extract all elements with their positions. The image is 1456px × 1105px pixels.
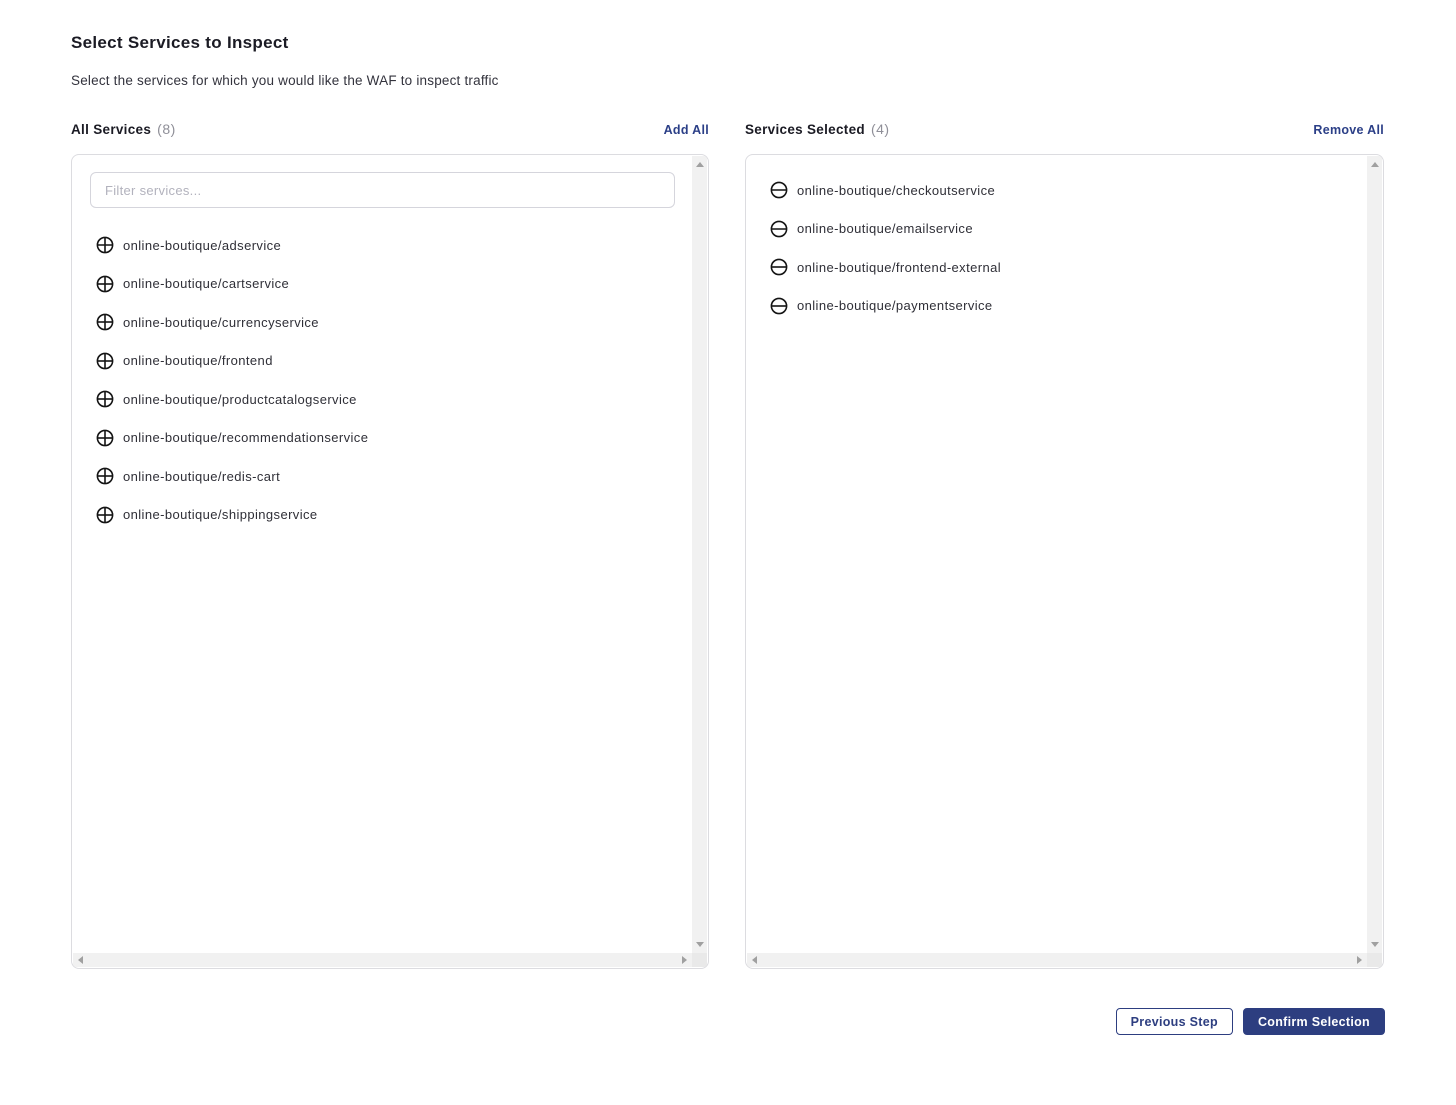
remove-all-link[interactable]: Remove All bbox=[1313, 123, 1384, 137]
selected-services-panel: online-boutique/checkoutservice online-b… bbox=[745, 154, 1384, 969]
selected-services-panel-content: online-boutique/checkoutservice online-b… bbox=[746, 155, 1368, 954]
minus-circle-icon[interactable] bbox=[770, 297, 788, 315]
dual-list-picker: All Services (8) Add All Services Selecte… bbox=[71, 121, 1385, 969]
service-row[interactable]: online-boutique/redis-cart bbox=[72, 457, 693, 496]
selected-services-list: online-boutique/checkoutservice online-b… bbox=[746, 171, 1368, 325]
service-row[interactable]: online-boutique/adservice bbox=[72, 226, 693, 265]
service-row[interactable]: online-boutique/frontend bbox=[72, 342, 693, 381]
service-row[interactable]: online-boutique/frontend-external bbox=[746, 248, 1368, 287]
all-services-panel-content: online-boutique/adservice online-boutiqu… bbox=[72, 155, 693, 954]
service-name: online-boutique/checkoutservice bbox=[797, 183, 995, 198]
service-name: online-boutique/redis-cart bbox=[123, 469, 280, 484]
add-all-link[interactable]: Add All bbox=[664, 123, 709, 137]
page-title: Select Services to Inspect bbox=[71, 33, 1385, 53]
service-name: online-boutique/currencyservice bbox=[123, 315, 319, 330]
service-name: online-boutique/paymentservice bbox=[797, 298, 993, 313]
previous-step-button[interactable]: Previous Step bbox=[1116, 1008, 1233, 1035]
scroll-down-icon[interactable] bbox=[696, 942, 704, 947]
vertical-scrollbar[interactable] bbox=[692, 156, 707, 953]
selected-services-count: (4) bbox=[871, 121, 890, 137]
horizontal-scrollbar[interactable] bbox=[73, 953, 692, 967]
filter-services-input[interactable] bbox=[90, 172, 675, 208]
service-row[interactable]: online-boutique/emailservice bbox=[746, 210, 1368, 249]
scroll-up-icon[interactable] bbox=[696, 162, 704, 167]
plus-circle-icon[interactable] bbox=[96, 236, 114, 254]
service-row[interactable]: online-boutique/checkoutservice bbox=[746, 171, 1368, 210]
page-subtitle: Select the services for which you would … bbox=[71, 73, 1385, 88]
selected-services-header: Services Selected (4) Remove All bbox=[745, 121, 1384, 139]
service-name: online-boutique/cartservice bbox=[123, 276, 289, 291]
service-name: online-boutique/frontend-external bbox=[797, 260, 1001, 275]
minus-circle-icon[interactable] bbox=[770, 181, 788, 199]
service-name: online-boutique/productcatalogservice bbox=[123, 392, 357, 407]
scroll-left-icon[interactable] bbox=[78, 956, 83, 964]
service-row[interactable]: online-boutique/shippingservice bbox=[72, 496, 693, 535]
plus-circle-icon[interactable] bbox=[96, 390, 114, 408]
service-row[interactable]: online-boutique/recommendationservice bbox=[72, 419, 693, 458]
service-row[interactable]: online-boutique/cartservice bbox=[72, 265, 693, 304]
horizontal-scrollbar[interactable] bbox=[747, 953, 1367, 967]
service-row[interactable]: online-boutique/paymentservice bbox=[746, 287, 1368, 326]
all-services-panel: online-boutique/adservice online-boutiqu… bbox=[71, 154, 709, 969]
selected-services-label: Services Selected bbox=[745, 122, 865, 137]
plus-circle-icon[interactable] bbox=[96, 313, 114, 331]
service-name: online-boutique/recommendationservice bbox=[123, 430, 368, 445]
plus-circle-icon[interactable] bbox=[96, 429, 114, 447]
all-services-list: online-boutique/adservice online-boutiqu… bbox=[72, 226, 693, 534]
page: Select Services to Inspect Select the se… bbox=[0, 33, 1456, 1035]
minus-circle-icon[interactable] bbox=[770, 258, 788, 276]
service-name: online-boutique/adservice bbox=[123, 238, 281, 253]
confirm-selection-button[interactable]: Confirm Selection bbox=[1243, 1008, 1385, 1035]
service-name: online-boutique/emailservice bbox=[797, 221, 973, 236]
plus-circle-icon[interactable] bbox=[96, 506, 114, 524]
scroll-down-icon[interactable] bbox=[1371, 942, 1379, 947]
all-services-label: All Services bbox=[71, 122, 151, 137]
scrollbar-corner bbox=[1367, 953, 1382, 967]
service-row[interactable]: online-boutique/currencyservice bbox=[72, 303, 693, 342]
service-name: online-boutique/frontend bbox=[123, 353, 273, 368]
wizard-footer: Previous Step Confirm Selection bbox=[71, 1008, 1385, 1035]
plus-circle-icon[interactable] bbox=[96, 275, 114, 293]
scrollbar-corner bbox=[692, 953, 707, 967]
service-name: online-boutique/shippingservice bbox=[123, 507, 318, 522]
plus-circle-icon[interactable] bbox=[96, 467, 114, 485]
all-services-title-group: All Services (8) bbox=[71, 121, 176, 139]
vertical-scrollbar[interactable] bbox=[1367, 156, 1382, 953]
minus-circle-icon[interactable] bbox=[770, 220, 788, 238]
scroll-right-icon[interactable] bbox=[1357, 956, 1362, 964]
selected-services-title-group: Services Selected (4) bbox=[745, 121, 890, 139]
all-services-header: All Services (8) Add All bbox=[71, 121, 709, 139]
scroll-right-icon[interactable] bbox=[682, 956, 687, 964]
scroll-left-icon[interactable] bbox=[752, 956, 757, 964]
scroll-up-icon[interactable] bbox=[1371, 162, 1379, 167]
plus-circle-icon[interactable] bbox=[96, 352, 114, 370]
service-row[interactable]: online-boutique/productcatalogservice bbox=[72, 380, 693, 419]
all-services-count: (8) bbox=[157, 121, 176, 137]
